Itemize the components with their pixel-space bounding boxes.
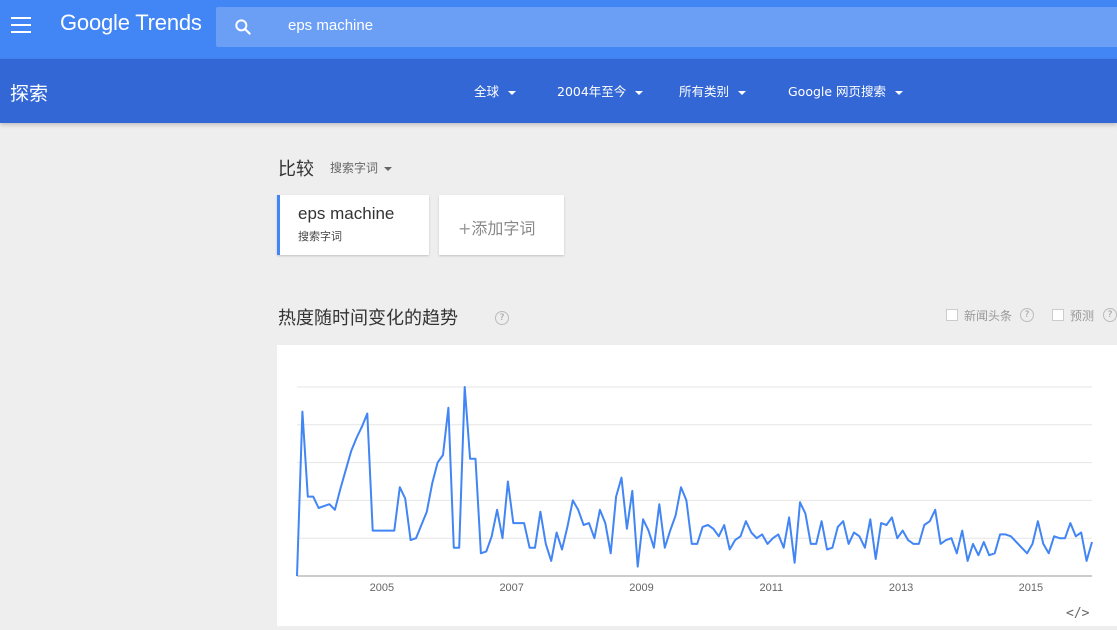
search-icon[interactable] [233, 17, 253, 37]
x-tick-label: 2005 [370, 582, 394, 594]
filter-bar: 探索 全球 2004年至今 所有类别 Google 网页搜索 [0, 59, 1117, 123]
compare-title: 比较 [278, 159, 314, 180]
chevron-down-icon [635, 90, 644, 95]
trend-chart-card: 2005 2007 2009 2011 2013 2015 [277, 345, 1117, 626]
news-headlines-checkbox[interactable] [946, 309, 958, 321]
filter-search-type[interactable]: Google 网页搜索 [788, 81, 904, 100]
page-title: 探索 [10, 83, 49, 105]
help-icon[interactable]: ? [495, 311, 509, 325]
x-tick-label: 2013 [889, 582, 913, 594]
chevron-down-icon [895, 90, 904, 95]
series-line[interactable] [296, 386, 1093, 577]
news-headlines-label: 新闻头条 [964, 309, 1013, 323]
add-term-button[interactable]: +添加字词 [439, 195, 564, 255]
filter-time-range[interactable]: 2004年至今 [557, 81, 644, 100]
x-tick-label: 2009 [629, 582, 653, 594]
google-trends-logo[interactable]: Google Trends [60, 10, 202, 36]
x-tick-label: 2015 [1019, 582, 1043, 594]
help-icon[interactable]: ? [1020, 308, 1034, 322]
chevron-down-icon [738, 90, 747, 95]
filter-region[interactable]: 全球 [474, 81, 517, 100]
forecast-label: 预测 [1070, 309, 1095, 323]
search-term-type: 搜索字词 [298, 230, 342, 243]
help-icon[interactable]: ? [1103, 308, 1117, 322]
add-term-label: 添加字词 [471, 219, 536, 238]
search-term-name: eps machine [298, 204, 395, 223]
compare-type-dropdown[interactable]: 搜索字词 [330, 159, 393, 176]
embed-code-icon[interactable]: </> [1066, 606, 1089, 621]
filter-category[interactable]: 所有类别 [679, 81, 747, 100]
trend-chart[interactable]: 2005 2007 2009 2011 2013 2015 [277, 345, 1117, 626]
search-input[interactable]: eps machine [288, 17, 373, 34]
menu-icon[interactable] [11, 17, 31, 33]
search-box[interactable]: eps machine [216, 7, 1117, 47]
forecast-checkbox[interactable] [1052, 309, 1064, 321]
search-term-card[interactable]: eps machine 搜索字词 [277, 195, 429, 255]
x-tick-label: 2007 [499, 582, 523, 594]
chevron-down-icon [384, 166, 393, 171]
chevron-down-icon [508, 90, 517, 95]
top-bar: Google Trends eps machine [0, 0, 1117, 59]
interest-over-time-title: 热度随时间变化的趋势 [278, 308, 458, 329]
x-tick-label: 2011 [759, 582, 783, 594]
plus-icon: + [458, 219, 472, 238]
